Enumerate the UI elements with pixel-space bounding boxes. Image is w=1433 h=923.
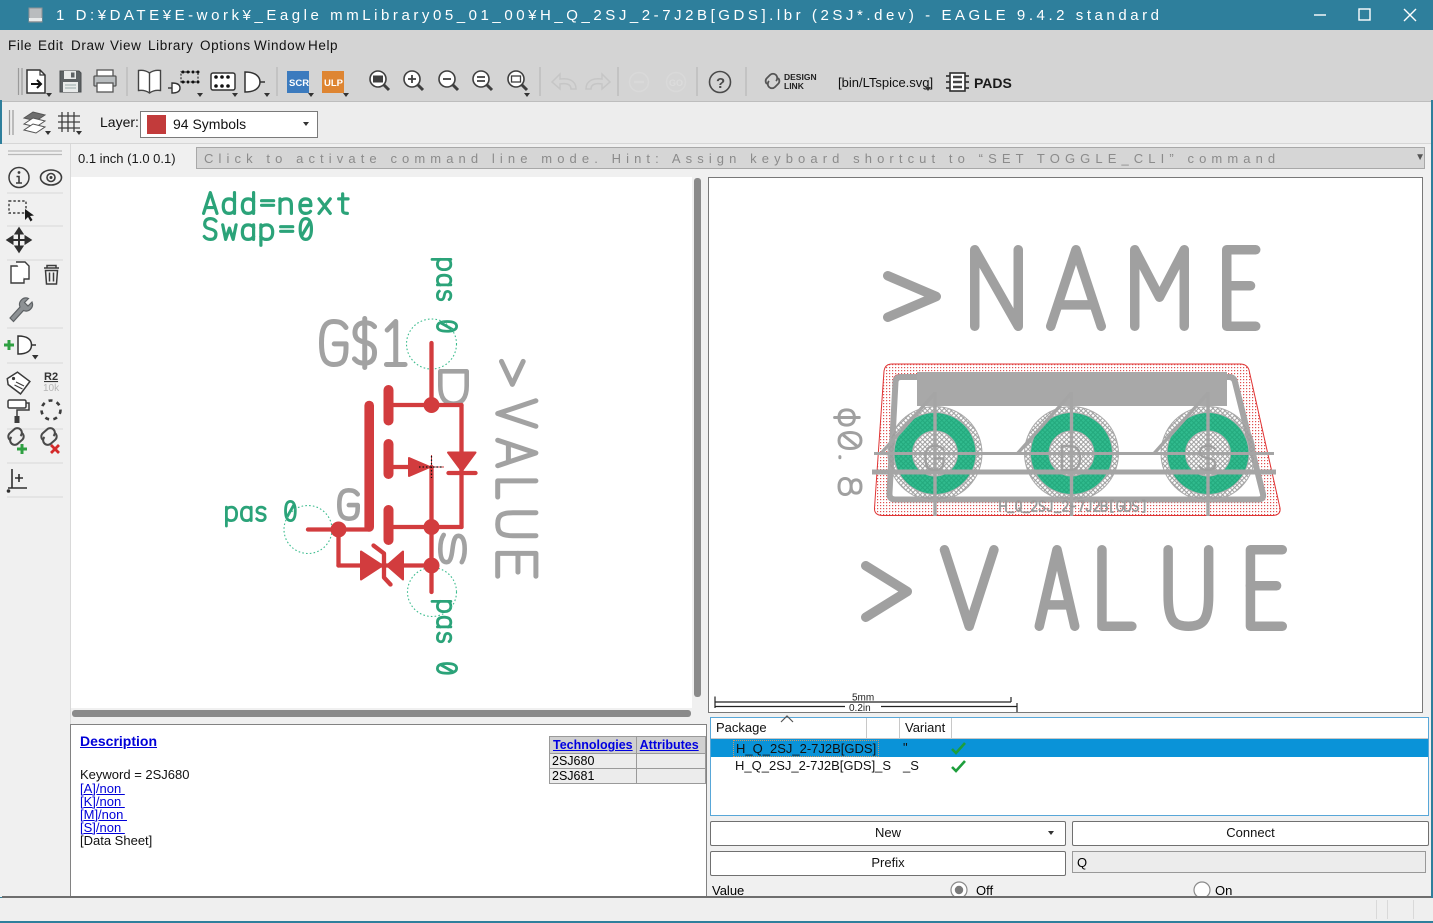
svg-text:PADS: PADS (974, 75, 1012, 91)
svg-text:[bin/LTspice.svg]: [bin/LTspice.svg] (838, 75, 933, 90)
svg-text:?: ? (716, 75, 725, 92)
svg-text:10k: 10k (43, 383, 60, 394)
svg-text:5mm: 5mm (852, 693, 874, 704)
svg-text:ULP: ULP (324, 78, 344, 89)
svg-text:R2: R2 (44, 371, 58, 383)
svg-text:0.2in: 0.2in (849, 703, 871, 712)
svg-text:Layer:: Layer: (100, 114, 139, 130)
svg-text:LINK: LINK (784, 81, 805, 91)
svg-text:GO: GO (669, 78, 683, 88)
svg-text:SCR: SCR (289, 78, 309, 89)
